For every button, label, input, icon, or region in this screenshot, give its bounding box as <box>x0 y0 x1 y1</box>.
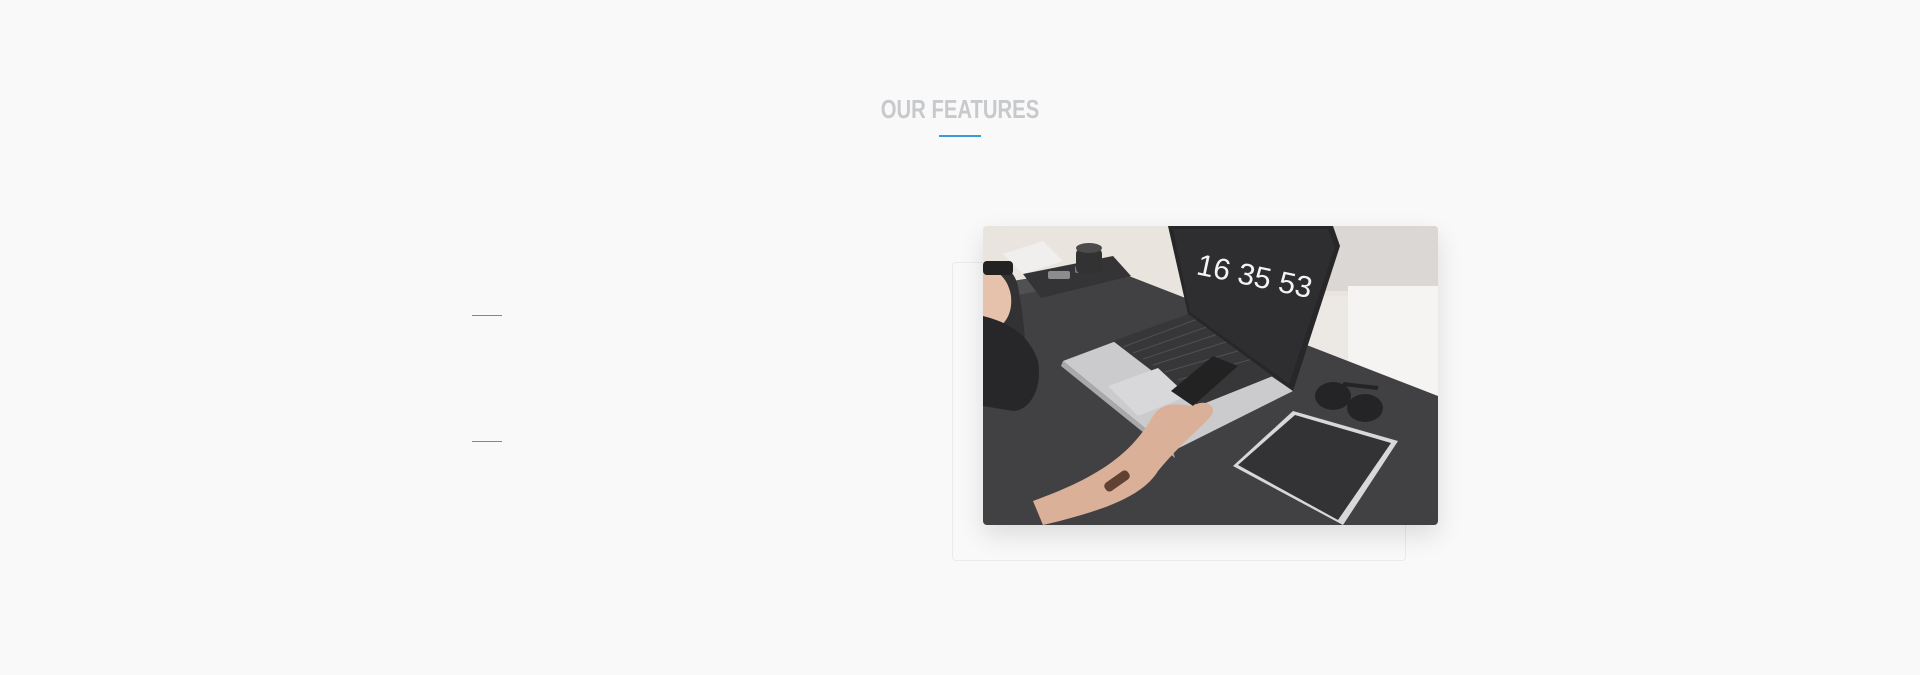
feature-accent-line <box>472 315 502 316</box>
title-underline <box>939 135 981 137</box>
features-section: OUR FEATURES <box>0 0 1920 675</box>
feature-accent-line <box>472 441 502 442</box>
feature-photo: 16 35 53 <box>983 226 1438 525</box>
section-title: OUR FEATURES <box>880 94 1040 124</box>
desk-illustration: 16 35 53 <box>983 226 1438 525</box>
